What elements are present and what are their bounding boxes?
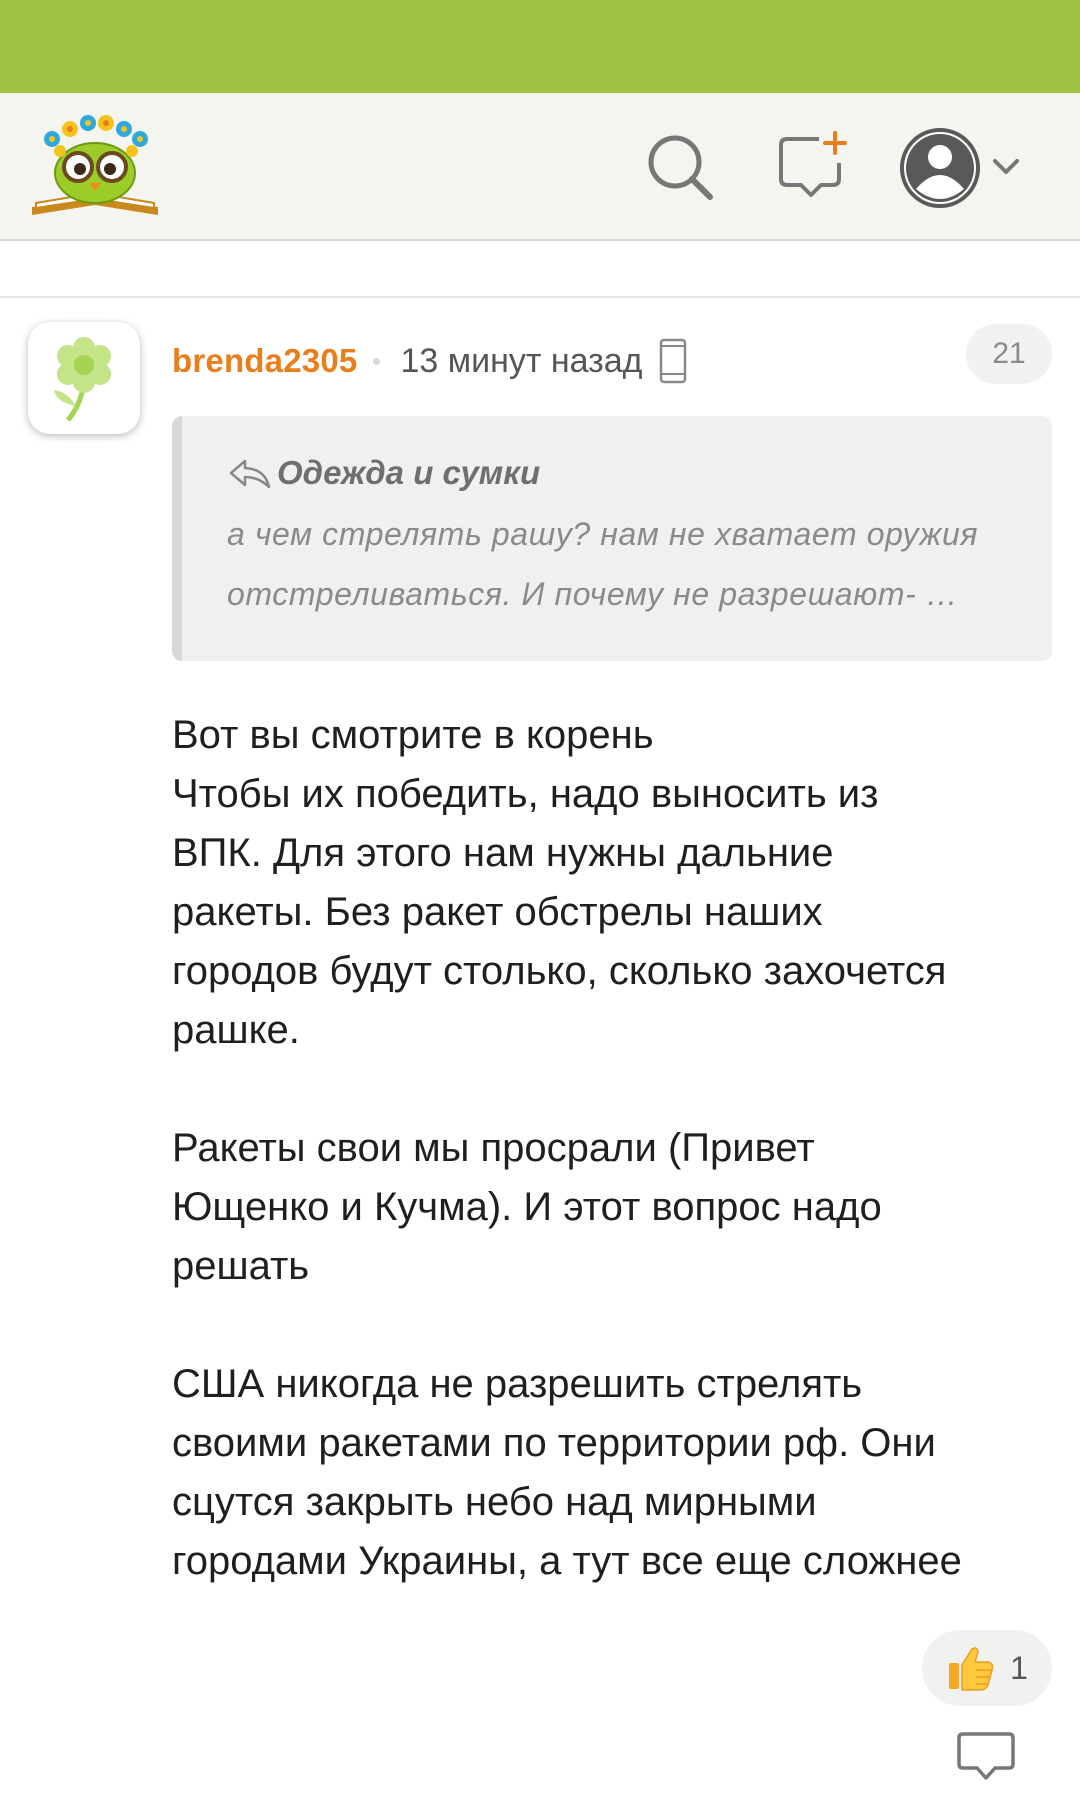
site-logo[interactable] [30,111,160,223]
thumbs-up-icon [949,1647,994,1691]
quote-excerpt: а чем стрелять рашу? нам не хватает оруж… [227,504,1027,624]
speech-bubble-icon [957,1732,1015,1780]
comment-body: Вот вы смотрите в корень Чтобы их победи… [172,706,1072,1591]
body-line: решать [172,1244,310,1288]
body-line: городов будут столько, сколько захочется [172,949,947,993]
status-bar [0,0,1080,93]
like-button[interactable]: 1 [922,1630,1052,1706]
body-line: рашке. [172,1008,300,1052]
body-line: ракеты. Без ракет обстрелы наших [172,890,823,934]
quoted-comment[interactable]: Одежда и сумки а чем стрелять рашу? нам … [172,416,1052,661]
flower-avatar-icon [54,337,111,422]
body-line: своими ракетами по территории рф. Они [172,1421,936,1465]
separator-dot [373,357,381,365]
search-button[interactable] [642,129,718,205]
comment-number-badge: 21 [966,324,1052,384]
phone-icon [659,338,686,384]
commenter-avatar[interactable] [28,322,140,434]
search-icon [648,135,713,200]
body-line: США никогда не разрешить стрелять [172,1362,863,1406]
quote-title: Одежда и сумки [227,454,540,492]
body-line: сцутся закрыть небо над мирными [172,1480,817,1524]
reply-button[interactable] [955,1728,1017,1788]
quote-line: а чем стрелять рашу? нам не хватает оруж… [227,516,979,552]
body-line: городами Украины, а тут все еще сложнее [172,1539,962,1583]
new-post-icon [779,131,847,197]
reply-arrow-icon [229,459,271,489]
profile-menu-button[interactable] [898,123,1028,213]
body-line: Ющенко и Кучма). И этот вопрос надо [172,1185,882,1229]
body-line: Ракеты свои мы просрали (Привет [172,1126,815,1170]
comment-card: brenda2305 13 минут назад 21 Одежда и су… [0,298,1080,1811]
like-count: 1 [1010,1649,1028,1686]
new-post-button[interactable] [775,129,851,205]
body-line: Чтобы их победить, надо выносить из [172,772,879,816]
quote-line: отстреливаться. И почему не разрешают- … [227,576,959,612]
owl-logo-icon [32,115,158,215]
user-avatar-icon [900,128,1019,208]
comment-meta: brenda2305 13 минут назад [172,336,687,386]
app-header [0,93,1080,241]
quote-title-text: Одежда и сумки [277,454,541,491]
body-line: Вот вы смотрите в корень [172,713,654,757]
body-line [172,1296,1072,1355]
comment-timestamp: 13 минут назад [400,341,643,380]
username-link[interactable]: brenda2305 [172,342,357,380]
body-line: ВПК. Для этого нам нужны дальние [172,831,834,875]
body-line [172,1060,1072,1119]
